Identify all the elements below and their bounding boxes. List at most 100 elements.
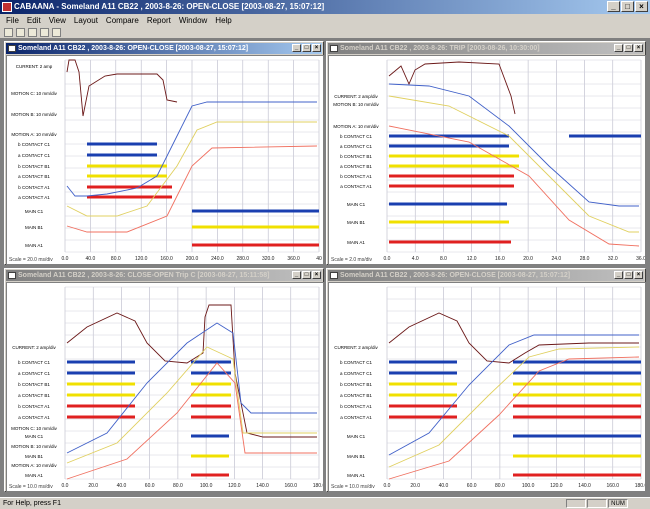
minimize-button[interactable]: _ bbox=[614, 44, 623, 52]
channel-label: a CONTACT A1 bbox=[340, 184, 372, 189]
channel-label: CURRENT: 2 amp/div bbox=[12, 345, 56, 350]
menu-compare[interactable]: Compare bbox=[102, 14, 143, 27]
x-tick-label: 80.0 bbox=[495, 483, 505, 489]
waveform-trace bbox=[66, 59, 178, 117]
print-icon[interactable] bbox=[28, 28, 37, 37]
contact-bar bbox=[389, 382, 457, 386]
compare-icon[interactable] bbox=[52, 28, 61, 37]
open-icon[interactable] bbox=[4, 28, 13, 37]
channel-label: a CONTACT A1 bbox=[18, 195, 50, 200]
channel-label: MAIN C1 bbox=[25, 434, 44, 439]
chart-window-icon bbox=[330, 45, 338, 52]
channel-label: MAIN B1 bbox=[25, 454, 44, 459]
chart-window-icon bbox=[8, 272, 16, 279]
contact-bar bbox=[389, 184, 514, 188]
close-button[interactable]: × bbox=[635, 1, 648, 12]
maximize-button[interactable]: □ bbox=[302, 44, 311, 52]
contact-bar bbox=[513, 371, 641, 375]
x-tick-label: 160.0 bbox=[160, 256, 173, 262]
waveform-plot[interactable]: 0.0 20.0 40.0 60.0 80.0 100.0 120.0 140.0 160.0 1… bbox=[6, 282, 324, 492]
channel-label: b CONTACT B1 bbox=[18, 382, 50, 387]
close-button[interactable]: × bbox=[312, 271, 321, 279]
x-tick-label: 100.0 bbox=[522, 483, 535, 489]
zoom-icon[interactable] bbox=[40, 28, 49, 37]
x-tick-label: 120.0 bbox=[550, 483, 563, 489]
maximize-button[interactable]: □ bbox=[302, 271, 311, 279]
channel-label: MAIN C1 bbox=[347, 434, 366, 439]
channel-label: b CONTACT A1 bbox=[340, 404, 372, 409]
close-button[interactable]: × bbox=[634, 271, 643, 279]
channel-label: MOTION A: 10 mm/div bbox=[333, 124, 379, 129]
channel-label: a CONTACT C1 bbox=[340, 371, 373, 376]
menu-report[interactable]: Report bbox=[143, 14, 175, 27]
maximize-button[interactable]: □ bbox=[624, 271, 633, 279]
waveform-plot[interactable]: 0.0 40.0 80.0 120.0 160.0 200.0 240.0 280.0 320.… bbox=[6, 55, 324, 265]
menu-view[interactable]: View bbox=[45, 14, 70, 27]
panel-title-bar[interactable]: Someland A11 CB22 , 2003-8-26: CLOSE-OPE… bbox=[6, 270, 322, 281]
minimize-button[interactable]: _ bbox=[292, 44, 301, 52]
channel-label: MAIN A1 bbox=[25, 243, 43, 248]
maximize-button[interactable]: □ bbox=[624, 44, 633, 52]
maximize-button[interactable]: □ bbox=[621, 1, 634, 12]
panel-4: Someland A11 CB22 , 2003-8-26: OPEN-CLOS… bbox=[326, 268, 646, 492]
waveform-plot[interactable]: 0.0 4.0 8.0 12.0 16.0 20.0 24.0 28.0 32.0 36.0 CUR… bbox=[328, 55, 646, 265]
contact-bar bbox=[191, 473, 229, 477]
contact-bar bbox=[513, 454, 641, 458]
channel-label: MAIN B1 bbox=[25, 225, 44, 230]
channel-label: MOTION B: 10 mm/div bbox=[11, 444, 57, 449]
channel-label: MOTION A: 10 mm/div bbox=[11, 463, 57, 468]
waveform-trace bbox=[388, 95, 639, 233]
contact-bar bbox=[389, 134, 509, 138]
x-tick-label: 36.0 bbox=[636, 256, 645, 262]
status-text: For Help, press F1 bbox=[3, 500, 61, 507]
scale-label: Scale = 10.0 ms/div bbox=[331, 484, 375, 490]
channel-label: CURRENT: 2 amp/div bbox=[334, 94, 378, 99]
menu-file[interactable]: File bbox=[2, 14, 23, 27]
menu-help[interactable]: Help bbox=[211, 14, 235, 27]
contact-bar bbox=[513, 360, 641, 364]
x-tick-label: 280.0 bbox=[237, 256, 250, 262]
contact-bar bbox=[389, 220, 509, 224]
contact-bar bbox=[192, 243, 319, 247]
channel-label: MAIN B1 bbox=[347, 220, 366, 225]
x-tick-label: 40.0 bbox=[439, 483, 449, 489]
panel-title-bar[interactable]: Someland A11 CB22 , 2003-8-26: TRIP [200… bbox=[328, 43, 644, 54]
x-tick-label: 8.0 bbox=[440, 256, 447, 262]
contact-bar bbox=[513, 434, 641, 438]
save-icon[interactable] bbox=[16, 28, 25, 37]
channel-label: b CONTACT A1 bbox=[340, 174, 372, 179]
channel-label: MOTION C: 10 mm/div bbox=[11, 91, 58, 96]
menu-edit[interactable]: Edit bbox=[23, 14, 45, 27]
scale-label: Scale = 2.0 ms/div bbox=[331, 257, 372, 263]
contact-bar bbox=[389, 240, 511, 244]
close-button[interactable]: × bbox=[312, 44, 321, 52]
x-tick-label: 80.0 bbox=[173, 483, 183, 489]
contact-bar bbox=[513, 415, 641, 419]
menu-layout[interactable]: Layout bbox=[70, 14, 102, 27]
contact-bar bbox=[513, 382, 641, 386]
x-tick-label: 0.0 bbox=[62, 256, 69, 262]
minimize-button[interactable]: _ bbox=[292, 271, 301, 279]
contact-bar bbox=[513, 404, 641, 408]
x-tick-label: 40 bbox=[316, 256, 322, 262]
x-tick-label: 360.0 bbox=[287, 256, 300, 262]
minimize-button[interactable]: _ bbox=[614, 271, 623, 279]
panel-title-bar[interactable]: Someland A11 CB22 , 2003-8-26: OPEN-CLOS… bbox=[6, 43, 322, 54]
minimize-button[interactable]: _ bbox=[607, 1, 620, 12]
panel-title-bar[interactable]: Someland A11 CB22 , 2003-8-26: OPEN-CLOS… bbox=[328, 270, 644, 281]
toolbar bbox=[0, 27, 650, 39]
panel-1: Someland A11 CB22 , 2003-8-26: OPEN-CLOS… bbox=[4, 41, 324, 265]
menu-window[interactable]: Window bbox=[175, 14, 211, 27]
channel-label: b CONTACT C1 bbox=[340, 134, 373, 139]
close-button[interactable]: × bbox=[634, 44, 643, 52]
channel-label: MAIN A1 bbox=[347, 473, 365, 478]
channel-label: MOTION A: 10 mm/div bbox=[11, 132, 57, 137]
waveform-plot[interactable]: 0.0 20.0 40.0 60.0 80.0 100.0 120.0 140.0 160.0 1… bbox=[328, 282, 646, 492]
contact-bar bbox=[87, 142, 157, 146]
contact-bar bbox=[569, 134, 641, 138]
x-tick-label: 20.0 bbox=[523, 256, 533, 262]
waveform-trace bbox=[66, 322, 317, 454]
channel-label: MAIN C1 bbox=[347, 202, 366, 207]
chart-window-icon bbox=[330, 272, 338, 279]
channel-label: b CONTACT A1 bbox=[18, 404, 50, 409]
